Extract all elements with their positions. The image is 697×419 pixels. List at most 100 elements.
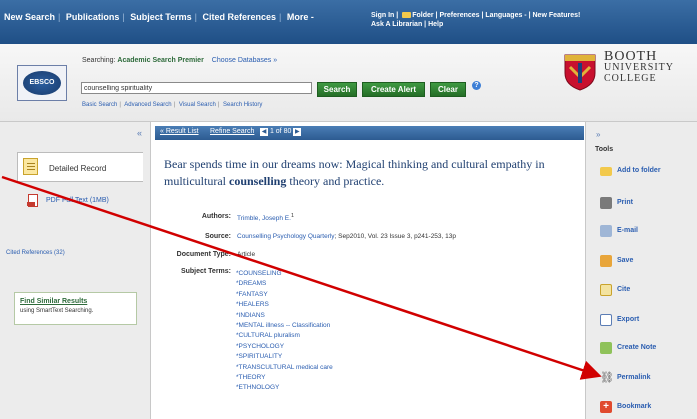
source-value: Counselling Psychology Quarterly; Sep201… bbox=[237, 233, 456, 240]
subject-term[interactable]: *DREAMS bbox=[236, 279, 333, 289]
tools-sidebar: » Tools Add to folder Print E-mail Save … bbox=[585, 122, 697, 419]
search-input[interactable] bbox=[81, 82, 312, 94]
search-sublinks: Basic Search | Advanced Search | Visual Se… bbox=[82, 102, 263, 108]
subject-term[interactable]: *INDIANS bbox=[236, 311, 333, 321]
author-link[interactable]: Trimble, Joseph E. bbox=[237, 215, 291, 222]
find-similar-subtext: using SmartText Searching. bbox=[20, 308, 94, 314]
booth-line2: University bbox=[604, 62, 674, 73]
basic-search-link[interactable]: Basic Search bbox=[82, 102, 117, 108]
subject-term[interactable]: *COUNSELING bbox=[236, 269, 333, 279]
detailed-record-tab[interactable]: Detailed Record bbox=[17, 152, 143, 182]
subject-term[interactable]: *HEALERS bbox=[236, 300, 333, 310]
save-tool[interactable]: Save bbox=[600, 255, 696, 269]
booth-wordmark: Booth University College bbox=[604, 49, 674, 85]
subject-term[interactable]: *MENTAL illness -- Classification bbox=[236, 321, 333, 331]
result-list-link[interactable]: « Result List bbox=[160, 128, 199, 135]
visual-search-link[interactable]: Visual Search bbox=[179, 102, 216, 108]
subject-term[interactable]: *THEORY bbox=[236, 373, 333, 383]
create-note-tool[interactable]: Create Note bbox=[600, 342, 696, 356]
create-note-label: Create Note bbox=[617, 344, 657, 351]
cite-tool[interactable]: Cite bbox=[600, 284, 696, 298]
authors-label: Authors: bbox=[201, 213, 231, 220]
create-alert-button[interactable]: Create Alert bbox=[362, 82, 425, 97]
add-to-folder-tool[interactable]: Add to folder bbox=[600, 165, 696, 179]
authors-value: Trimble, Joseph E.1 bbox=[237, 213, 294, 223]
folder-icon bbox=[402, 12, 412, 19]
bookmark-label: Bookmark bbox=[617, 403, 652, 410]
next-record-icon[interactable]: ▶ bbox=[293, 128, 302, 136]
cite-icon bbox=[600, 284, 612, 296]
sign-in-link[interactable]: Sign In bbox=[371, 12, 394, 19]
email-icon bbox=[600, 225, 612, 237]
subject-term[interactable]: *CULTURAL pluralism bbox=[236, 331, 333, 341]
clear-button[interactable]: Clear bbox=[430, 82, 466, 97]
record-detail: « Result List Refine Search ◀ 1 of 80 ▶ … bbox=[151, 122, 585, 419]
export-tool[interactable]: Export bbox=[600, 314, 696, 328]
tools-title: Tools bbox=[595, 146, 614, 153]
collapse-tools-icon[interactable]: » bbox=[596, 130, 600, 139]
cited-references-link[interactable]: Cited References (32) bbox=[6, 250, 65, 256]
languages-menu[interactable]: Languages - bbox=[485, 12, 526, 19]
print-label: Print bbox=[617, 199, 633, 206]
subject-terms-list: *COUNSELING *DREAMS *FANTASY *HEALERS *I… bbox=[236, 269, 333, 394]
journal-link[interactable]: Counselling Psychology Quarterly bbox=[237, 233, 335, 240]
chain-link-icon: ⛓ bbox=[600, 372, 614, 384]
document-icon bbox=[23, 158, 38, 175]
help-icon[interactable]: ? bbox=[472, 81, 481, 90]
searching-line: Searching: Academic Search Premier Choos… bbox=[82, 57, 277, 64]
source-details: ; Sep2010, Vol. 23 Issue 3, p241-253, 13… bbox=[334, 233, 456, 240]
nav-new-search[interactable]: New Search bbox=[4, 12, 55, 22]
pager: ◀ 1 of 80 ▶ bbox=[260, 128, 302, 136]
result-nav-bar: « Result List Refine Search ◀ 1 of 80 ▶ bbox=[155, 126, 584, 140]
pdf-icon[interactable] bbox=[27, 194, 38, 207]
booth-shield-logo bbox=[564, 54, 596, 91]
detailed-record-label: Detailed Record bbox=[49, 164, 107, 173]
subject-term[interactable]: *TRANSCULTURAL medical care bbox=[236, 363, 333, 373]
permalink-tool[interactable]: ⛓ Permalink bbox=[600, 372, 696, 386]
database-name: Academic Search Premier bbox=[117, 57, 204, 64]
bookmark-tool[interactable]: + Bookmark bbox=[600, 401, 696, 415]
save-label: Save bbox=[617, 257, 634, 264]
pager-text: 1 of 80 bbox=[269, 128, 292, 135]
folder-link[interactable]: Folder bbox=[412, 12, 433, 19]
refine-search-link[interactable]: Refine Search bbox=[210, 128, 254, 135]
collapse-left-icon[interactable]: « bbox=[137, 128, 142, 138]
printer-icon bbox=[600, 197, 612, 209]
nav-more[interactable]: More - bbox=[287, 12, 314, 22]
title-text-2: theory and practice. bbox=[286, 174, 385, 188]
search-history-link[interactable]: Search History bbox=[223, 102, 262, 108]
new-features-link[interactable]: New Features! bbox=[533, 12, 581, 19]
subject-term[interactable]: *SPIRITUALITY bbox=[236, 352, 333, 362]
search-button[interactable]: Search bbox=[317, 82, 357, 97]
top-navigation-bar: New Search | Publications | Subject Terms |… bbox=[0, 0, 697, 44]
preferences-link[interactable]: Preferences bbox=[439, 12, 479, 19]
ebsco-logo[interactable]: EBSCO bbox=[17, 65, 67, 101]
booth-line1: Booth bbox=[604, 49, 658, 64]
account-links: Sign In | Folder | Preferences | Languag… bbox=[371, 12, 581, 28]
main-nav: New Search | Publications | Subject Terms |… bbox=[4, 12, 314, 22]
ebsco-logo-text: EBSCO bbox=[23, 71, 61, 95]
subject-term[interactable]: *PSYCHOLOGY bbox=[236, 342, 333, 352]
prev-record-icon[interactable]: ◀ bbox=[260, 128, 268, 136]
subject-term[interactable]: *ETHNOLOGY bbox=[236, 383, 333, 393]
ask-librarian-link[interactable]: Ask A Librarian bbox=[371, 21, 422, 28]
print-tool[interactable]: Print bbox=[600, 197, 696, 211]
subject-term[interactable]: *FANTASY bbox=[236, 290, 333, 300]
find-similar-link[interactable]: Find Similar Results bbox=[20, 298, 87, 305]
note-icon bbox=[600, 342, 612, 354]
export-icon bbox=[600, 314, 612, 326]
help-link[interactable]: Help bbox=[428, 21, 443, 28]
email-tool[interactable]: E-mail bbox=[600, 225, 696, 239]
searching-prefix: Searching: bbox=[82, 57, 116, 64]
nav-subject-terms[interactable]: Subject Terms bbox=[130, 12, 191, 22]
left-sidebar: « Detailed Record PDF Full Text (1MB) Ci… bbox=[0, 122, 151, 419]
pdf-full-text-link[interactable]: PDF Full Text (1MB) bbox=[46, 197, 109, 204]
record-title: Bear spends time in our dreams now: Magi… bbox=[164, 156, 574, 190]
permalink-label: Permalink bbox=[617, 374, 651, 381]
nav-cited-references[interactable]: Cited References bbox=[202, 12, 276, 22]
bookmark-icon: + bbox=[600, 401, 612, 413]
advanced-search-link[interactable]: Advanced Search bbox=[124, 102, 171, 108]
choose-databases-link[interactable]: Choose Databases » bbox=[212, 57, 277, 64]
nav-publications[interactable]: Publications bbox=[66, 12, 120, 22]
subject-terms-label: Subject Terms: bbox=[180, 268, 231, 275]
